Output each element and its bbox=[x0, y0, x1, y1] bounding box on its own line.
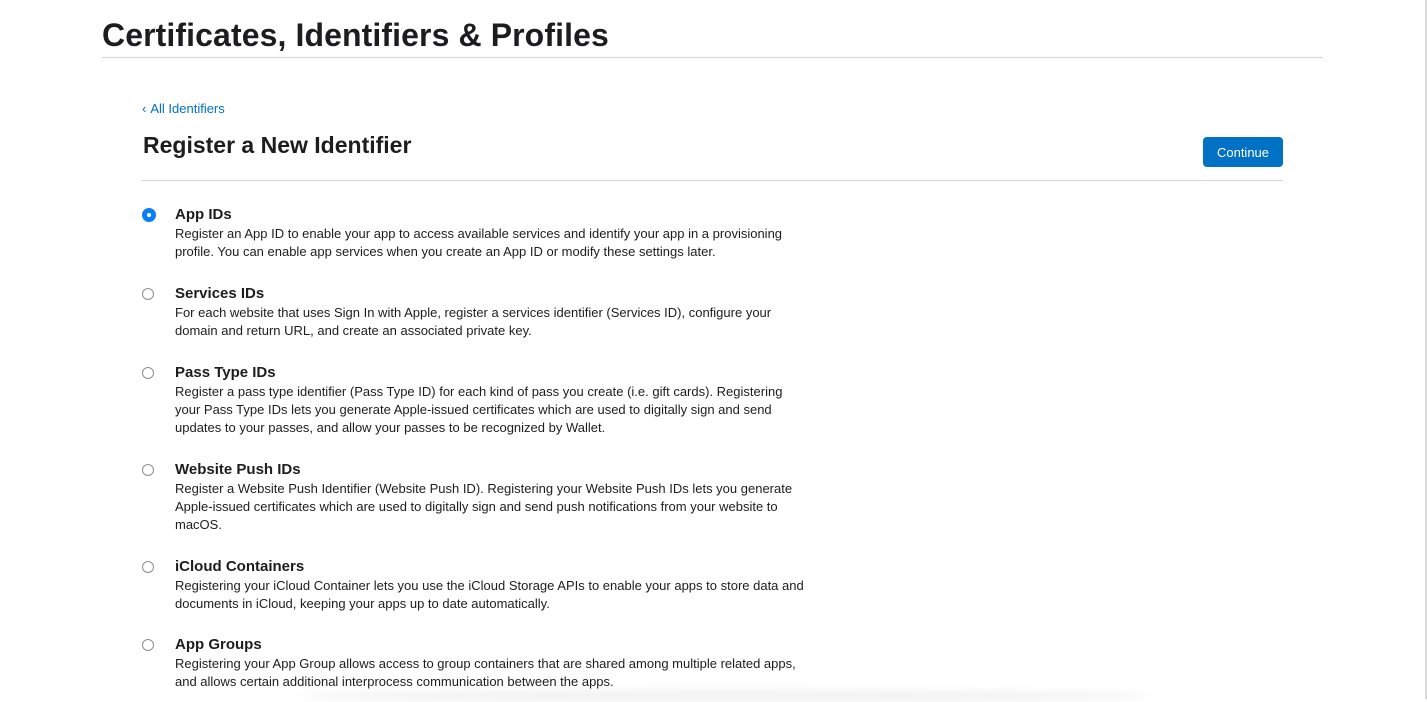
radio-website-push-ids[interactable] bbox=[142, 464, 154, 476]
description-line: domain and return URL, and create an ass… bbox=[175, 323, 532, 338]
option-title: iCloud Containers bbox=[175, 558, 305, 575]
option-description: Registering your App Group allows access… bbox=[175, 655, 835, 691]
description-line: your Pass Type IDs lets you generate App… bbox=[175, 402, 772, 417]
option-description: Register an App ID to enable your app to… bbox=[175, 225, 835, 261]
description-line: macOS. bbox=[175, 517, 222, 532]
section-header: Register a New Identifier Continue bbox=[142, 132, 1283, 181]
radio-services-ids[interactable] bbox=[142, 288, 154, 300]
option-title: App Groups bbox=[175, 636, 262, 653]
continue-button[interactable]: Continue bbox=[1203, 137, 1283, 167]
option-title: Services IDs bbox=[175, 285, 265, 302]
page-title: Certificates, Identifiers & Profiles bbox=[102, 17, 609, 53]
option-description: Register a Website Push Identifier (Webs… bbox=[175, 480, 835, 534]
scroll-shadow bbox=[300, 690, 1150, 702]
back-link-label: All Identifiers bbox=[150, 101, 225, 116]
page-header: Certificates, Identifiers & Profiles bbox=[102, 14, 1323, 58]
radio-app-ids[interactable] bbox=[142, 208, 156, 222]
description-line: Registering your App Group allows access… bbox=[175, 656, 796, 671]
description-line: profile. You can enable app services whe… bbox=[175, 244, 716, 259]
description-line: Register an App ID to enable your app to… bbox=[175, 226, 783, 241]
description-line: and allows certain additional interproce… bbox=[175, 674, 614, 689]
section-title: Register a New Identifier bbox=[143, 132, 412, 158]
option-title: Website Push IDs bbox=[175, 461, 301, 478]
radio-icloud-containers[interactable] bbox=[142, 561, 154, 573]
radio-pass-type-ids[interactable] bbox=[142, 367, 154, 379]
option-description: Registering your iCloud Container lets y… bbox=[175, 577, 835, 613]
option-title: Pass Type IDs bbox=[175, 364, 276, 381]
description-line: documents in iCloud, keeping your apps u… bbox=[175, 596, 550, 611]
description-line: For each website that uses Sign In with … bbox=[175, 305, 772, 320]
description-line: Apple-issued certificates which are used… bbox=[175, 499, 778, 514]
description-line: Registering your iCloud Container lets y… bbox=[175, 578, 804, 593]
description-line: Register a pass type identifier (Pass Ty… bbox=[175, 384, 783, 399]
description-line: updates to your passes, and allow your p… bbox=[175, 420, 606, 435]
chevron-left-icon: ‹ bbox=[142, 101, 147, 116]
option-description: For each website that uses Sign In with … bbox=[175, 304, 835, 340]
radio-app-groups[interactable] bbox=[142, 639, 154, 651]
description-line: Register a Website Push Identifier (Webs… bbox=[175, 481, 793, 496]
option-title: App IDs bbox=[175, 206, 232, 223]
option-description: Register a pass type identifier (Pass Ty… bbox=[175, 383, 835, 437]
all-identifiers-link[interactable]: ‹ All Identifiers bbox=[142, 101, 225, 116]
